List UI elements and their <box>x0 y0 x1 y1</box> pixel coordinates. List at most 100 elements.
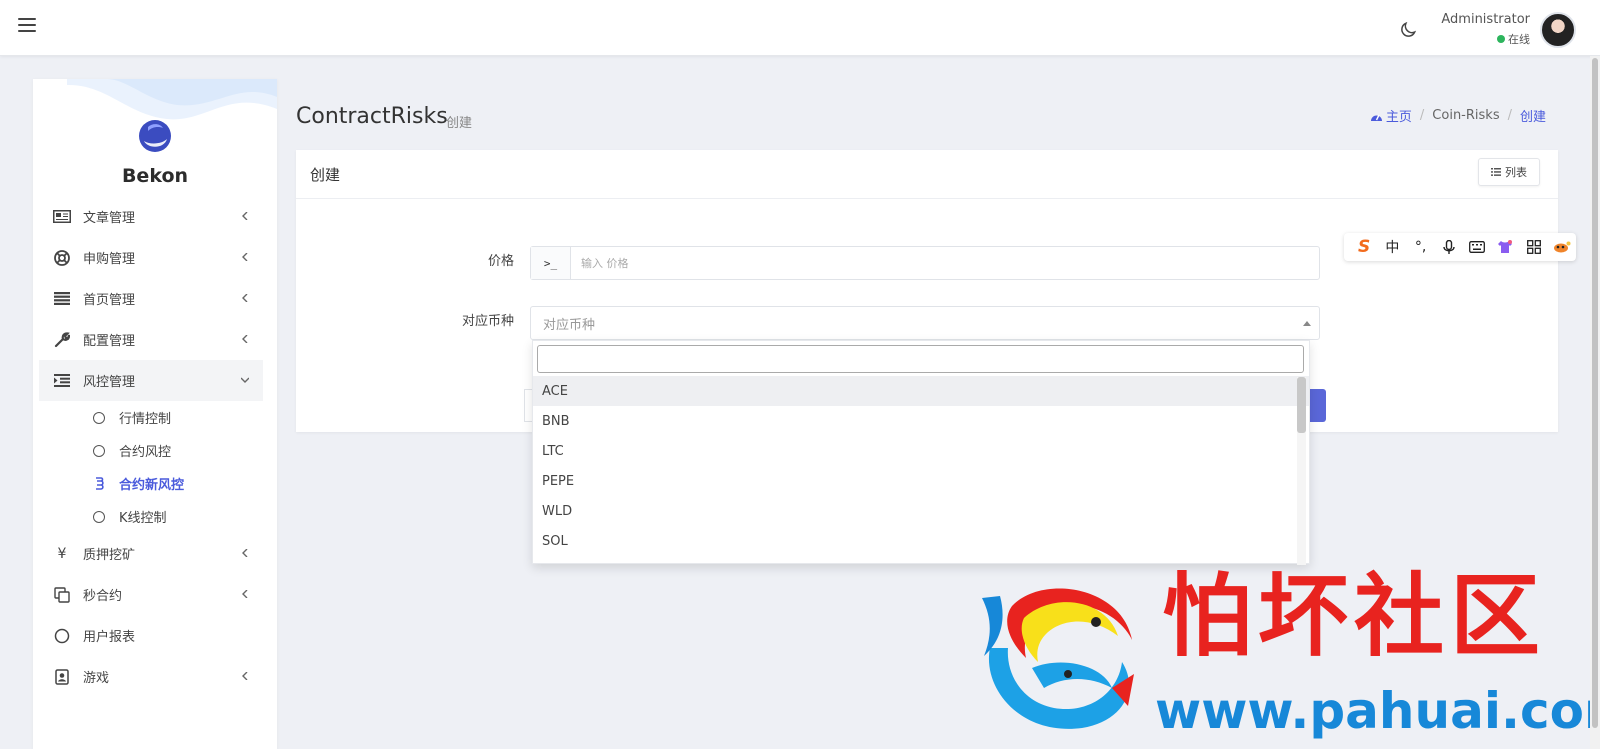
sidebar-item-second-contract[interactable]: 秒合约 <box>39 574 263 615</box>
chevron-down-icon <box>241 377 249 383</box>
sidebar-subitem-label: 合约风控 <box>119 445 172 460</box>
ime-toolbar: S 中 °, <box>1344 233 1576 261</box>
microphone-icon[interactable] <box>1435 233 1463 261</box>
mascot-icon[interactable] <box>1548 233 1576 261</box>
page-title: ContractRisks <box>296 104 448 129</box>
sidebar-subitem-market-control[interactable]: 行情控制 <box>39 401 263 434</box>
coin-select[interactable]: 对应币种 <box>530 306 1320 340</box>
ime-lang-toggle[interactable]: 中 <box>1378 233 1406 261</box>
breadcrumb-separator: / <box>1419 108 1425 123</box>
coin-option[interactable]: LTC <box>533 436 1309 466</box>
top-navbar: Administrator 在线 <box>0 0 1600 56</box>
breadcrumb-home-label: 主页 <box>1385 110 1412 125</box>
yen-icon: ¥ <box>57 545 67 562</box>
skin-shirt-icon[interactable] <box>1491 233 1519 261</box>
breadcrumb-current: 创建 <box>1519 110 1546 125</box>
list-button-label: 列表 <box>1505 166 1527 179</box>
breadcrumb-home[interactable]: 主页 <box>1370 106 1412 125</box>
card-title: 创建 <box>310 166 341 184</box>
newspaper-icon <box>53 209 71 225</box>
dark-mode-icon[interactable] <box>1398 20 1418 40</box>
coin-option[interactable]: PEPE <box>533 466 1309 496</box>
coin-option-list: ACE BNB LTC PEPE WLD SOL <box>533 376 1311 556</box>
copy-icon <box>53 586 71 603</box>
sidebar-wave-decoration <box>67 79 277 120</box>
list-button[interactable]: 列表 <box>1478 158 1540 186</box>
chevron-left-icon <box>242 672 248 680</box>
price-label: 价格 <box>487 254 514 269</box>
sidebar-item-label: 文章管理 <box>83 211 136 226</box>
user-status: 在线 <box>1497 31 1530 47</box>
sidebar-item-subscription[interactable]: 申购管理 <box>39 237 263 278</box>
circle-icon <box>53 628 71 644</box>
menu-toggle-icon[interactable] <box>18 18 36 34</box>
sidebar-item-config[interactable]: 配置管理 <box>39 319 263 360</box>
lifebuoy-icon <box>53 249 71 266</box>
coin-dropdown: ACE BNB LTC PEPE WLD SOL <box>532 340 1311 565</box>
sidebar-subitem-label: 合约新风控 <box>119 478 185 493</box>
breadcrumb-section[interactable]: Coin-Risks <box>1432 108 1499 123</box>
dropdown-scrollbar-thumb[interactable] <box>1297 377 1306 433</box>
sogou-logo-icon[interactable]: S <box>1350 233 1378 261</box>
sidebar-item-user-report[interactable]: 用户报表 <box>39 615 263 656</box>
bars-icon <box>53 291 71 307</box>
breadcrumb-separator: / <box>1507 108 1512 123</box>
coin-option[interactable]: WLD <box>533 496 1309 526</box>
sidebar-item-label: 配置管理 <box>83 334 136 349</box>
sidebar-item-homepage[interactable]: 首页管理 <box>39 278 263 319</box>
sidebar-item-label: 用户报表 <box>83 630 136 645</box>
ime-punctuation-toggle[interactable]: °, <box>1407 233 1435 261</box>
sidebar-item-label: 风控管理 <box>83 375 136 390</box>
chevron-left-icon <box>242 335 248 343</box>
grid-apps-icon[interactable] <box>1520 233 1548 261</box>
sidebar-item-label: 游戏 <box>83 671 110 686</box>
sidebar-subitem-contract-risk[interactable]: 合约风控 <box>39 434 263 467</box>
online-dot <box>1497 35 1505 43</box>
avatar[interactable] <box>1540 12 1576 48</box>
sidebar-item-games[interactable]: 游戏 <box>39 656 263 697</box>
chevron-left-icon <box>242 253 248 261</box>
chevron-left-icon <box>242 549 248 557</box>
page-scrollbar[interactable] <box>1590 56 1600 749</box>
sidebar-item-label: 申购管理 <box>83 252 136 267</box>
keyboard-icon[interactable] <box>1463 233 1491 261</box>
chevron-left-icon <box>242 212 248 220</box>
sidebar-item-articles[interactable]: 文章管理 <box>39 196 263 237</box>
brand-name: Bekon <box>121 165 189 187</box>
page-subtitle: 创建 <box>446 116 473 131</box>
dashboard-icon <box>1370 114 1382 121</box>
coin-option[interactable]: ACE <box>533 376 1309 406</box>
circle-icon <box>93 411 105 424</box>
chevron-left-icon <box>242 590 248 598</box>
sidebar-item-staking[interactable]: ¥ 质押挖矿 <box>39 533 263 574</box>
sidebar-subitem-label: K线控制 <box>119 511 167 526</box>
coin-search-input[interactable] <box>537 345 1304 373</box>
card-divider <box>296 198 1558 199</box>
sidebar-item-label: 秒合约 <box>83 589 123 604</box>
coin-option[interactable]: BNB <box>533 406 1309 436</box>
sidebar-item-label: 首页管理 <box>83 293 136 308</box>
page-scrollbar-thumb[interactable] <box>1592 58 1598 728</box>
circle-icon <box>93 444 105 457</box>
list-icon <box>1491 168 1501 176</box>
sidebar-subitem-label: 行情控制 <box>119 412 172 427</box>
coin-icon <box>93 476 105 491</box>
coin-option[interactable]: SOL <box>533 526 1309 556</box>
sidebar-item-risk-control[interactable]: 风控管理 <box>39 360 263 401</box>
dropdown-scrollbar[interactable] <box>1297 377 1306 565</box>
price-input[interactable] <box>571 247 1319 279</box>
user-name[interactable]: Administrator <box>1441 12 1530 27</box>
sidebar-subitem-contract-new-risk[interactable]: 合约新风控 <box>39 467 263 500</box>
coin-label: 对应币种 <box>461 314 514 329</box>
wrench-icon <box>53 331 71 348</box>
caret-up-icon <box>1303 321 1311 326</box>
chevron-left-icon <box>242 294 248 302</box>
brand-logo-icon <box>139 120 171 152</box>
coin-select-placeholder: 对应币种 <box>543 317 596 333</box>
indent-icon <box>53 373 71 389</box>
sidebar: Bekon 文章管理 申购管理 首页管理 配置管理 风控管理 行情控制 合约风控… <box>33 79 277 749</box>
watermark-cn-text: 怕坏社区 <box>1162 564 1546 669</box>
user-status-label: 在线 <box>1508 33 1530 46</box>
user-card-icon <box>53 668 71 685</box>
sidebar-subitem-kline-control[interactable]: K线控制 <box>39 500 263 533</box>
